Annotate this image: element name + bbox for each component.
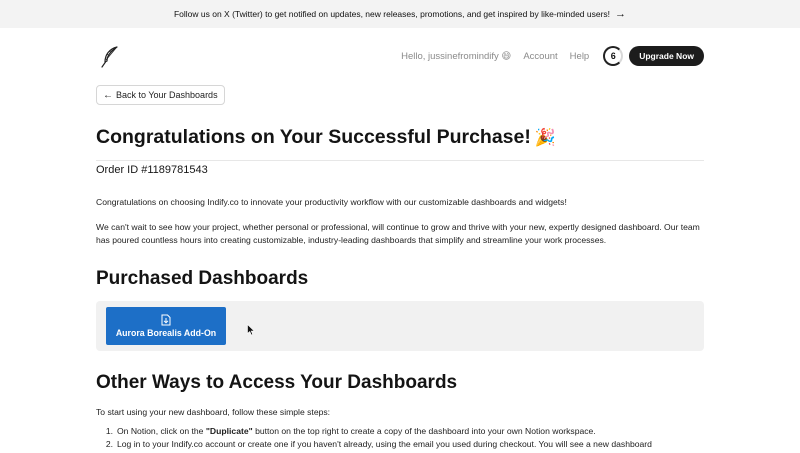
description-paragraph: We can't wait to see how your project, w…	[96, 222, 700, 245]
step-number: 1.	[105, 426, 113, 436]
intro-paragraph: Congratulations on choosing Indify.co to…	[96, 197, 567, 207]
purchased-dashboards-heading: Purchased Dashboards	[96, 268, 309, 289]
purchased-dashboards-panel: Aurora Borealis Add-On	[96, 301, 704, 351]
upgrade-button[interactable]: Upgrade Now	[629, 46, 704, 66]
list-item: 2. Log in to your Indify.co account or c…	[96, 438, 716, 451]
help-link[interactable]: Help	[570, 51, 590, 62]
step-text: On Notion, click on the "Duplicate" butt…	[117, 426, 596, 436]
top-nav: Hello, jussinefromindify 😄 Account Help …	[401, 45, 704, 67]
party-popper-icon: 🎉	[534, 128, 557, 147]
step-text: Log in to your Indify.co account or crea…	[117, 439, 652, 449]
steps-intro: To start using your new dashboard, follo…	[96, 407, 331, 417]
account-link[interactable]: Account	[523, 51, 557, 62]
duplicate-label: "Duplicate"	[205, 426, 253, 436]
order-id: Order ID #1189781543	[96, 164, 208, 176]
back-to-dashboards-button[interactable]: ← Back to Your Dashboards	[96, 85, 225, 105]
mouse-pointer-icon	[247, 324, 255, 336]
other-ways-heading: Other Ways to Access Your Dashboards	[96, 372, 458, 393]
page-title-text: Congratulations on Your Successful Purch…	[96, 126, 531, 148]
list-item: 1. On Notion, click on the "Duplicate" b…	[96, 425, 716, 438]
user-greeting: Hello, jussinefromindify 😄	[401, 50, 512, 62]
download-icon	[161, 314, 171, 326]
feather-icon[interactable]	[98, 45, 122, 69]
arrow-left-icon: ←	[103, 89, 113, 101]
streak-count: 6	[610, 51, 616, 61]
back-button-label: Back to Your Dashboards	[116, 90, 218, 100]
upgrade-label: Upgrade Now	[639, 51, 694, 61]
dashboard-card-download[interactable]: Aurora Borealis Add-On	[106, 307, 226, 345]
page-title: Congratulations on Your Successful Purch…	[96, 126, 556, 149]
banner-text: Follow us on X (Twitter) to get notified…	[173, 9, 611, 19]
dashboard-card-label: Aurora Borealis Add-On	[115, 328, 217, 338]
steps-list: 1. On Notion, click on the "Duplicate" b…	[96, 425, 716, 451]
divider	[96, 160, 704, 161]
announcement-banner[interactable]: Follow us on X (Twitter) to get notified…	[0, 0, 800, 28]
streak-badge[interactable]: 6	[603, 46, 624, 66]
arrow-right-icon: →	[615, 7, 627, 20]
step-number: 2.	[105, 439, 113, 449]
